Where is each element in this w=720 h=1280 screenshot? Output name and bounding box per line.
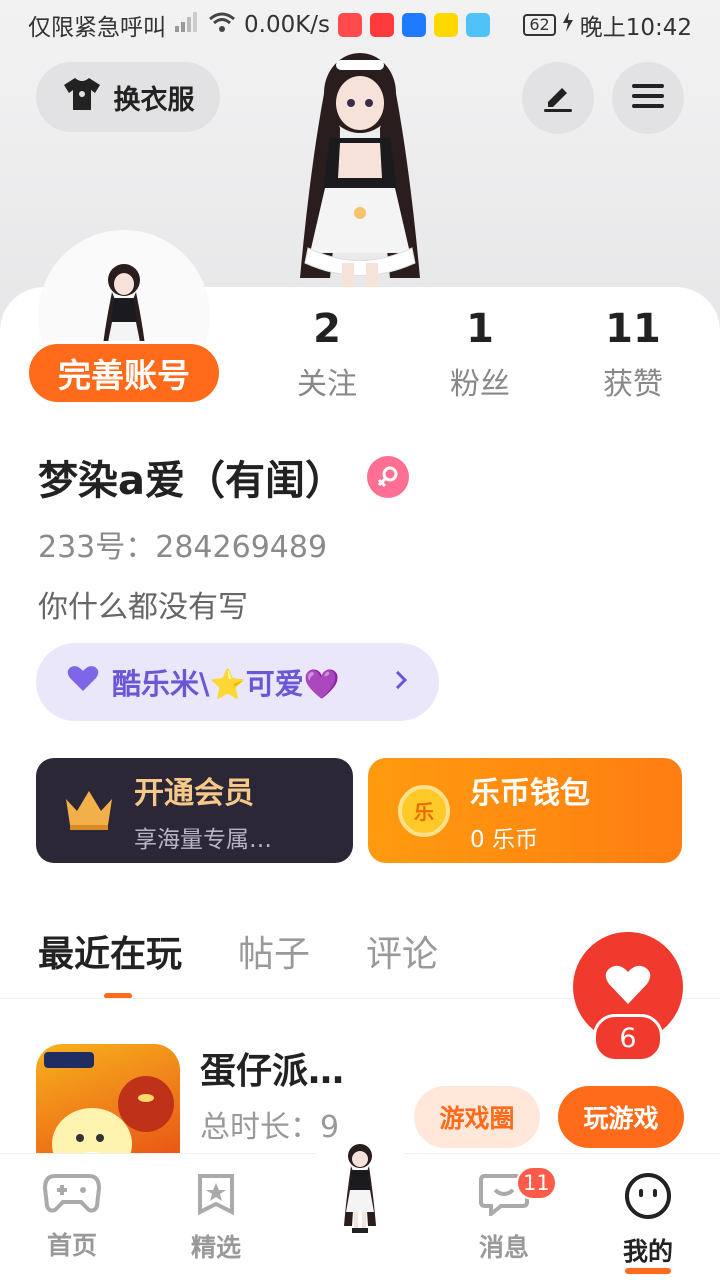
bottom-nav: 首页 精选 11 消息 我的 (0, 1130, 720, 1280)
tab-comments[interactable]: 评论 (366, 925, 438, 977)
followers-stat[interactable]: 1 粉丝 (410, 305, 550, 403)
game-title[interactable]: 蛋仔派… (200, 1042, 344, 1094)
star-bookmark-icon (194, 1172, 238, 1222)
nav-me-label: 我的 (622, 1237, 673, 1266)
nav-featured-label: 精选 (190, 1233, 241, 1262)
app-notification-icon (402, 13, 427, 37)
menu-button[interactable] (612, 62, 684, 134)
wallet-title: 乐币钱包 (470, 775, 590, 811)
carrier-text: 仅限紧急呼叫 (28, 15, 166, 41)
followers-label: 粉丝 (450, 367, 510, 402)
message-badge: 11 (516, 1166, 557, 1200)
bio: 你什么都没有写 (38, 590, 248, 625)
signature-tag[interactable]: 酷乐米\⭐可爱💜 (36, 643, 439, 721)
likes-stat[interactable]: 11 获赞 (563, 305, 703, 403)
nav-avatar-button[interactable] (306, 1130, 414, 1250)
avatar-character[interactable] (270, 48, 450, 298)
likes-label: 获赞 (603, 367, 663, 402)
nav-featured[interactable]: 精选 (156, 1172, 276, 1264)
edit-profile-button[interactable] (522, 62, 594, 134)
nav-home[interactable]: 首页 (12, 1172, 132, 1262)
charging-icon (562, 12, 574, 38)
tab-recent-played[interactable]: 最近在玩 (38, 925, 182, 977)
nav-home-label: 首页 (46, 1231, 97, 1260)
following-stat[interactable]: 2 关注 (257, 305, 397, 403)
battery-indicator: 62 (523, 14, 556, 36)
like-count-badge: 6 (593, 1014, 663, 1062)
status-bar: 仅限紧急呼叫 0.00K/s 62 晚上10:42 (0, 0, 720, 50)
nav-messages-label: 消息 (478, 1233, 529, 1262)
followers-count: 1 (466, 306, 494, 352)
nav-messages[interactable]: 11 消息 (444, 1166, 564, 1264)
profile-tabs: 最近在玩 帖子 评论 (38, 925, 438, 977)
vip-title: 开通会员 (134, 775, 254, 811)
play-game-button[interactable]: 玩游戏 (558, 1086, 684, 1148)
change-outfit-button[interactable]: 换衣服 (36, 62, 220, 132)
nickname: 梦染a爱（有闺） (38, 458, 345, 504)
network-speed: 0.00K/s (244, 12, 331, 38)
shirt-icon (62, 76, 102, 119)
likes-count: 11 (605, 306, 661, 352)
clock: 晚上10:42 (579, 15, 692, 41)
nav-me[interactable]: 我的 (588, 1172, 708, 1274)
app-notification-icon (370, 13, 395, 37)
tab-posts[interactable]: 帖子 (238, 925, 310, 977)
female-icon (367, 456, 409, 498)
vip-subtitle: 享海量专属… (134, 826, 272, 853)
game-circle-button[interactable]: 游戏圈 (414, 1086, 540, 1148)
crown-icon (62, 787, 116, 835)
gamepad-icon (42, 1172, 102, 1220)
heart-icon (604, 964, 652, 1010)
coin-icon: 乐 (398, 784, 450, 837)
following-label: 关注 (297, 367, 357, 402)
chevron-right-icon (393, 665, 409, 699)
heart-icon (66, 665, 100, 700)
active-nav-indicator (625, 1268, 671, 1274)
user-id: 233号：284269489 (38, 530, 328, 565)
app-notification-icon (434, 13, 459, 37)
app-notification-icon (338, 13, 363, 37)
wallet-card[interactable]: 乐 乐币钱包 0 乐币 (368, 758, 682, 863)
hamburger-icon (631, 81, 665, 115)
nickname-row: 梦染a爱（有闺） (38, 448, 409, 506)
following-count: 2 (313, 306, 341, 352)
wallet-balance: 0 乐币 (470, 826, 538, 853)
wifi-icon (208, 11, 236, 39)
smiley-icon (624, 1172, 672, 1226)
complete-account-button[interactable]: 完善账号 (26, 341, 222, 405)
change-outfit-label: 换衣服 (113, 84, 195, 116)
signal-icon (174, 11, 200, 39)
app-notification-icon (466, 13, 491, 37)
signature-tag-text: 酷乐米\⭐可爱💜 (112, 667, 340, 701)
pen-icon (540, 78, 576, 118)
vip-card[interactable]: 开通会员 享海量专属… (36, 758, 353, 863)
